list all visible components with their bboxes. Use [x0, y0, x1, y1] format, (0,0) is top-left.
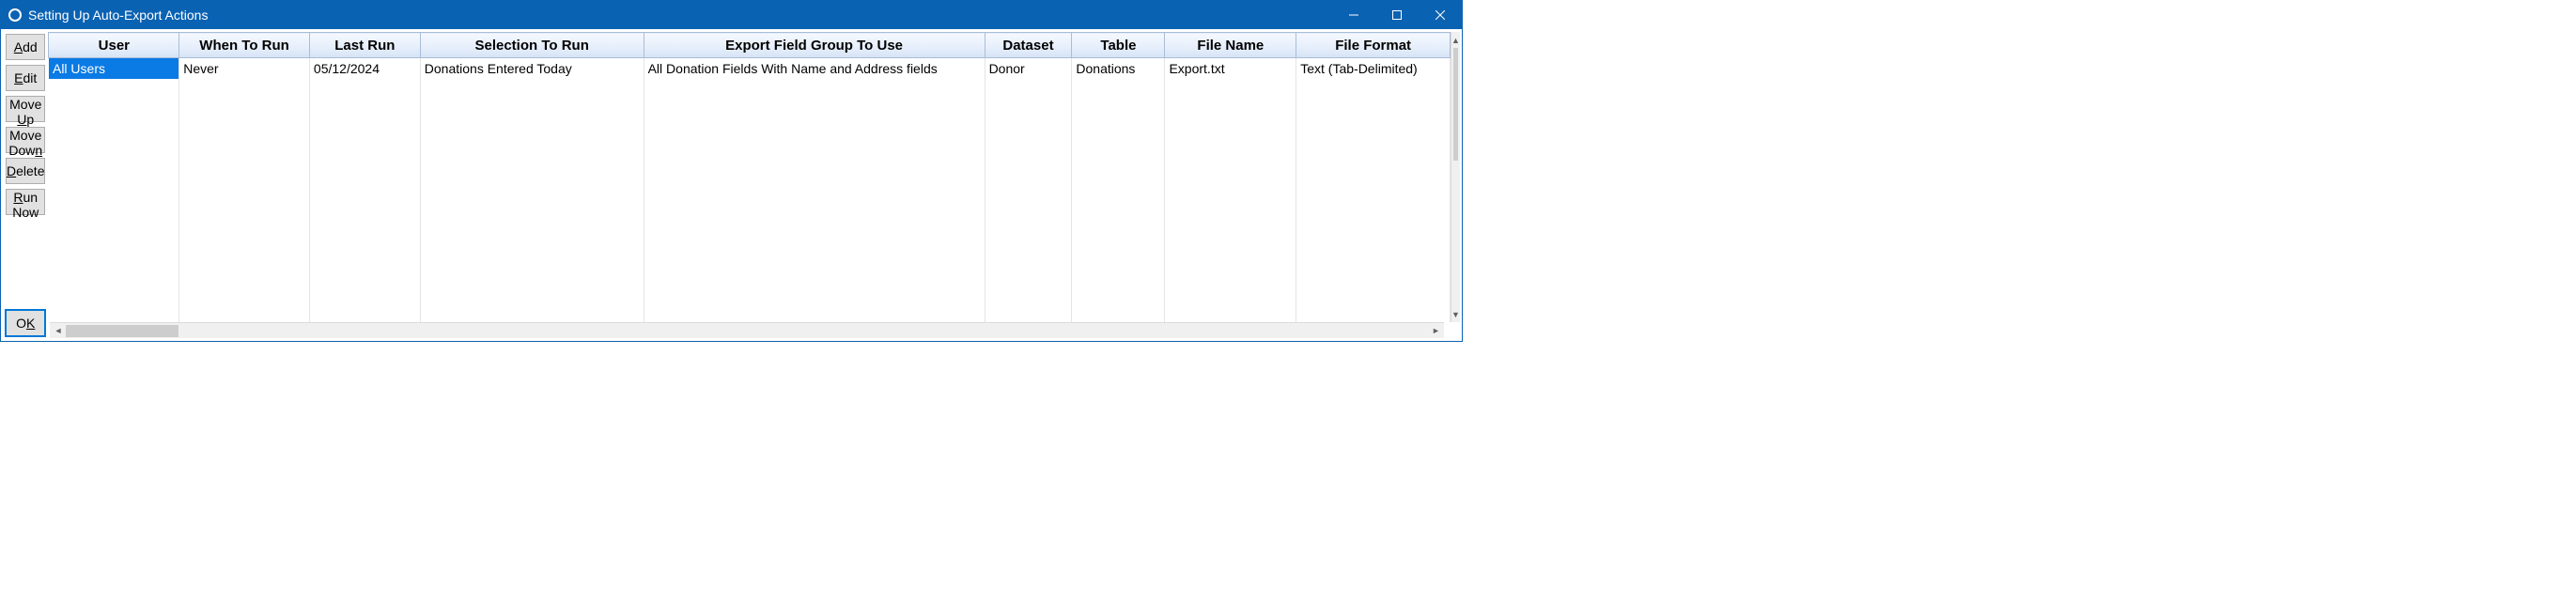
col-user[interactable]: User — [49, 33, 179, 58]
maximize-icon — [1392, 10, 1402, 20]
run-now-button[interactable]: Run Now — [6, 189, 45, 215]
col-file-name[interactable]: File Name — [1165, 33, 1296, 58]
col-file-format[interactable]: File Format — [1296, 33, 1451, 58]
move-down-button[interactable]: Move Down — [6, 127, 45, 153]
close-button[interactable] — [1419, 1, 1462, 29]
cell-last-run: 05/12/2024 — [309, 58, 420, 79]
minimize-icon — [1349, 10, 1358, 20]
window-title: Setting Up Auto-Export Actions — [28, 8, 208, 23]
vscroll-track[interactable] — [1451, 161, 1460, 306]
cell-dataset: Donor — [985, 58, 1072, 79]
app-icon — [8, 8, 22, 22]
cell-user: All Users — [49, 58, 179, 79]
table-viewport: User When To Run Last Run Selection To R… — [48, 32, 1451, 322]
add-button[interactable]: Add — [6, 34, 45, 60]
edit-button[interactable]: Edit — [6, 65, 45, 91]
scroll-right-icon[interactable]: ► — [1428, 323, 1444, 338]
maximize-button[interactable] — [1375, 1, 1419, 29]
cell-file-format: Text (Tab-Delimited) — [1296, 58, 1451, 79]
cell-when: Never — [179, 58, 310, 79]
cell-table: Donations — [1072, 58, 1165, 79]
col-dataset[interactable]: Dataset — [985, 33, 1072, 58]
col-table[interactable]: Table — [1072, 33, 1165, 58]
col-selection[interactable]: Selection To Run — [420, 33, 644, 58]
cell-selection: Donations Entered Today — [420, 58, 644, 79]
table-row[interactable]: All Users Never 05/12/2024 Donations Ent… — [49, 58, 1451, 79]
ok-button[interactable]: OK — [6, 310, 45, 336]
col-when[interactable]: When To Run — [179, 33, 310, 58]
titlebar: Setting Up Auto-Export Actions — [1, 1, 1462, 29]
window-frame: Setting Up Auto-Export Actions Add Edit … — [0, 0, 1463, 342]
client-area: Add Edit Move Up Move Down Delete Run No… — [1, 29, 1462, 341]
close-icon — [1435, 10, 1445, 20]
grid-scroll: User When To Run Last Run Selection To R… — [48, 32, 1460, 322]
move-up-button[interactable]: Move Up — [6, 96, 45, 122]
col-last-run[interactable]: Last Run — [309, 33, 420, 58]
cell-file-name: Export.txt — [1165, 58, 1296, 79]
empty-area — [49, 79, 1451, 323]
cell-field-group: All Donation Fields With Name and Addres… — [644, 58, 985, 79]
col-field-group[interactable]: Export Field Group To Use — [644, 33, 985, 58]
scroll-up-icon[interactable]: ▲ — [1451, 32, 1460, 48]
scroll-left-icon[interactable]: ◄ — [50, 323, 66, 338]
vscroll-thumb[interactable] — [1453, 48, 1458, 161]
sidebar: Add Edit Move Up Move Down Delete Run No… — [4, 32, 48, 338]
minimize-button[interactable] — [1332, 1, 1375, 29]
grid-wrap: User When To Run Last Run Selection To R… — [48, 32, 1460, 338]
actions-table: User When To Run Last Run Selection To R… — [48, 32, 1451, 322]
scroll-down-icon[interactable]: ▼ — [1451, 306, 1460, 322]
horizontal-scrollbar[interactable]: ◄ ► — [50, 322, 1444, 338]
hscroll-thumb[interactable] — [66, 325, 178, 337]
header-row: User When To Run Last Run Selection To R… — [49, 33, 1451, 58]
delete-button[interactable]: Delete — [6, 158, 45, 184]
vertical-scrollbar[interactable]: ▲ ▼ — [1451, 32, 1460, 322]
